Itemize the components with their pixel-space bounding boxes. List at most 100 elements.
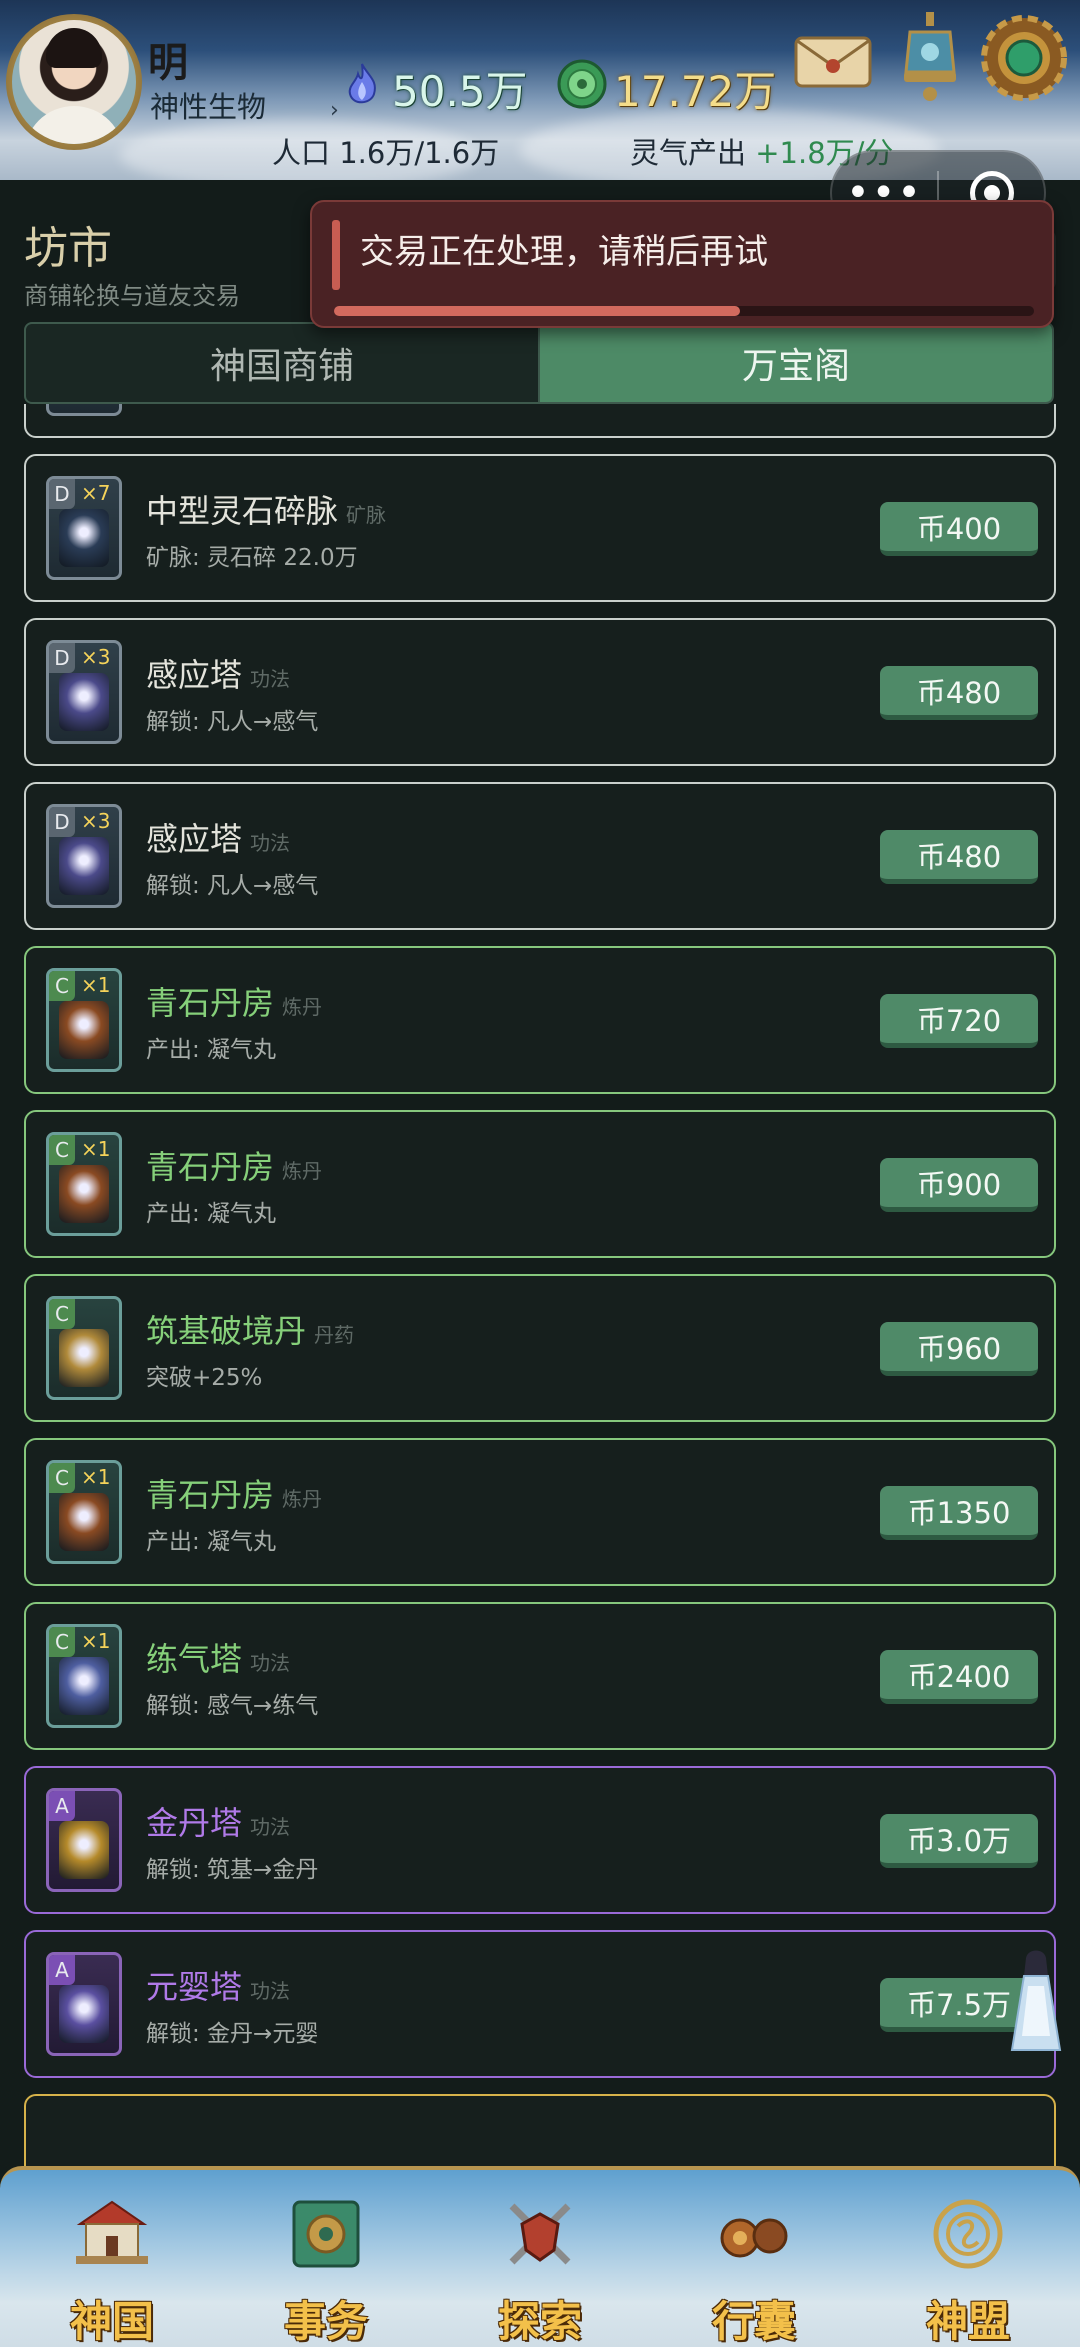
buy-price-button[interactable]: 币900 [880,1158,1038,1212]
settings-gear-icon[interactable] [978,12,1070,104]
fairy-companion-icon[interactable] [1006,1946,1066,2056]
buy-price-button[interactable]: 币400 [880,502,1038,556]
spirit-flame-icon [348,63,376,104]
shop-item-card[interactable]: C ×1 练气塔 功法解锁: 感气→练气 币2400 [24,1602,1056,1750]
item-description: 解锁: 凡人→感气 [146,873,319,899]
item-art-icon [59,1165,109,1223]
item-art-icon [59,1329,109,1387]
buy-price-button[interactable]: 币720 [880,994,1038,1048]
item-thumbnail: D ×3 [46,640,122,744]
item-description: 矿脉: 灵石碎 22.0万 [146,404,358,408]
nav-label: 神盟 [925,2297,1010,2346]
buy-price-button[interactable]: 币2400 [880,1650,1038,1704]
item-thumbnail: C ×1 [46,1624,122,1728]
quantity-badge: ×1 [81,1137,111,1161]
item-thumbnail: C ×1 [46,1460,122,1564]
item-description: 解锁: 感气→练气 [146,1693,319,1719]
tab-shenguo-shop[interactable]: 神国商铺 [26,324,540,402]
item-category-tag: 丹药 [314,1323,355,1347]
item-thumbnail: D×7 [46,476,122,580]
item-description: 产出: 凝气丸 [146,1037,277,1063]
rarity-badge: C [49,971,75,1001]
item-art-icon [59,509,109,567]
item-description: 解锁: 筑基→金丹 [146,1857,319,1883]
shop-item-card[interactable]: C ×1 青石丹房 炼丹 产出: 凝气丸 币900 [24,1110,1056,1258]
shop-item-card[interactable]: C 筑基破境丹 丹药 突破+25% 币960 [24,1274,1056,1422]
item-category-tag: 炼丹 [282,1487,323,1511]
market-tabs: 神国商铺 万宝阁 [24,322,1054,404]
item-category-tag: 功法 [250,1815,291,1839]
toast-progress-fill [334,306,740,316]
gourd-bag-icon [720,2218,788,2258]
item-name: 青石丹房 [146,1148,275,1186]
rarity-badge: D [49,643,75,673]
quantity-badge: ×3 [81,809,111,833]
item-name-line: 感应塔 功法 [146,814,290,860]
item-name-line: 感应塔 功法 [146,650,290,696]
qi-output-label: 灵气产出 [630,136,747,170]
buy-price-button[interactable]: 币480 [880,830,1038,884]
shop-item-card[interactable] [24,2094,1056,2174]
shop-item-card[interactable]: D×7中型灵石碎脉矿脉矿脉: 灵石碎 22.0万币400 [24,454,1056,602]
item-thumbnail: C ×1 [46,968,122,1072]
shop-item-card[interactable]: A 金丹塔 功法解锁: 筑基→金丹 币3.0万 [24,1766,1056,1914]
item-thumbnail: D×7 [46,404,122,416]
item-name: 筑基破境丹 [146,1312,307,1350]
rarity-badge: C [49,1135,75,1165]
item-description: 产出: 凝气丸 [146,1201,277,1227]
buy-price-button[interactable]: 币1350 [880,1486,1038,1540]
jade-value: 17.72万 [614,67,777,116]
nav-affairs[interactable]: 事务 [218,2170,434,2347]
item-name-line: 青石丹房 炼丹 [146,978,322,1024]
shop-item-list[interactable]: D×7中型灵石碎脉矿脉矿脉: 灵石碎 22.0万币400D×7中型灵石碎脉矿脉矿… [0,404,1080,2174]
nav-label: 神国 [69,2297,154,2346]
item-name-line: 青石丹房 炼丹 [146,1142,322,1188]
player-title[interactable]: 神性生物 [150,84,266,126]
nav-label: 事务 [283,2297,368,2346]
item-name: 中型灵石碎脉 [146,492,339,530]
bell-tower-icon[interactable] [898,10,962,106]
shop-item-card[interactable]: C ×1 青石丹房 炼丹 产出: 凝气丸 币1350 [24,1438,1056,1586]
shop-item-card[interactable]: D×7中型灵石碎脉矿脉矿脉: 灵石碎 22.0万币400 [24,404,1056,438]
nav-explore[interactable]: 探索 [432,2170,648,2347]
jade-box-icon [292,2200,360,2268]
item-description: 解锁: 金丹→元婴 [146,2021,319,2047]
page-subtitle: 商铺轮换与道友交易 [24,282,240,310]
item-category-tag: 功法 [250,831,291,855]
tab-wanbao-pavilion[interactable]: 万宝阁 [540,324,1052,402]
alliance-emblem-icon [933,2199,1003,2269]
player-avatar[interactable] [6,14,142,150]
item-name-line: 练气塔 功法 [146,1634,290,1680]
quantity-badge: ×3 [81,645,111,669]
rarity-badge: A [49,1791,75,1821]
error-toast: 交易正在处理，请稍后再试 [310,200,1054,328]
item-category-tag: 矿脉 [346,503,387,527]
rarity-badge: C [49,1299,75,1329]
item-category-tag: 炼丹 [282,1159,323,1183]
nav-label: 探索 [497,2297,582,2346]
nav-bag[interactable]: 行囊 [646,2170,862,2347]
item-art-icon [59,1001,109,1059]
nav-alliance[interactable]: 神盟 [860,2170,1076,2347]
item-category-tag: 功法 [250,1651,291,1675]
buy-price-button[interactable]: 币3.0万 [880,1814,1038,1868]
essence-value: 50.5万 [392,67,528,116]
item-description: 解锁: 凡人→感气 [146,709,319,735]
item-category-tag: 功法 [250,667,291,691]
crossed-swords-icon [509,2203,571,2265]
item-category-tag: 功法 [250,1979,291,2003]
shop-item-card[interactable]: A 元婴塔 功法 解锁: 金丹→元婴 币7.5万 [24,1930,1056,2078]
shop-item-card[interactable]: C ×1 青石丹房 炼丹产出: 凝气丸 币720 [24,946,1056,1094]
buy-price-button[interactable]: 币480 [880,666,1038,720]
palace-icon [76,2200,148,2264]
item-thumbnail: C [46,1296,122,1400]
item-name: 元婴塔 [146,1968,243,2006]
item-art-icon [59,1657,109,1715]
mail-scroll-icon[interactable] [790,22,876,96]
nav-shenguo[interactable]: 神国 [4,2170,220,2347]
shop-item-card[interactable]: D ×3 感应塔 功法 解锁: 凡人→感气 币480 [24,782,1056,930]
shop-item-card[interactable]: D ×3 感应塔 功法解锁: 凡人→感气 币480 [24,618,1056,766]
buy-price-button[interactable]: 币960 [880,1322,1038,1376]
item-name: 金丹塔 [146,1804,243,1842]
item-art-icon [59,1985,109,2043]
